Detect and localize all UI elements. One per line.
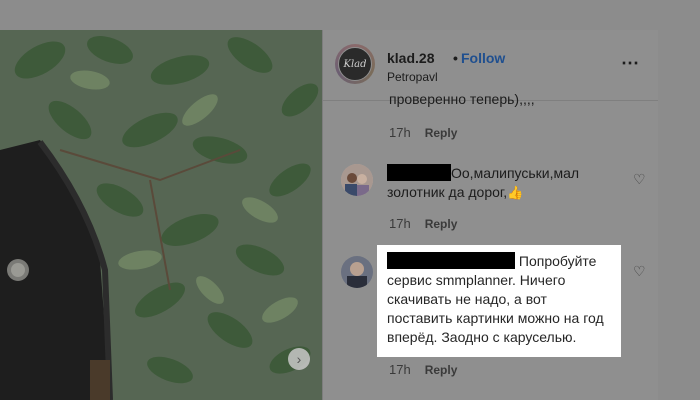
thumbs-up-icon: 👍 — [507, 185, 524, 200]
post-details-panel: Klad klad.28 • Follow Petropavl ⋯ провер… — [322, 30, 658, 400]
commenter-avatar[interactable] — [341, 164, 373, 196]
commenter-avatar[interactable] — [341, 256, 373, 288]
carousel-next-button[interactable]: › — [288, 348, 310, 370]
follow-button[interactable]: Follow — [461, 50, 505, 66]
reply-button[interactable]: Reply — [425, 217, 458, 231]
comment-meta: 17h Reply — [389, 125, 457, 140]
comment-text: проверенно теперь),,,, — [389, 91, 535, 107]
comment-time[interactable]: 17h — [389, 362, 411, 377]
avatar[interactable]: Klad — [335, 44, 375, 84]
redacted-username — [387, 164, 451, 181]
reply-button[interactable]: Reply — [425, 126, 458, 140]
separator-dot: • — [453, 50, 458, 66]
location-link[interactable]: Petropavl — [387, 70, 438, 84]
comment-time[interactable]: 17h — [389, 125, 411, 140]
avatar-image: Klad — [338, 47, 372, 81]
reply-button[interactable]: Reply — [425, 363, 458, 377]
post-photo[interactable]: › — [0, 30, 322, 400]
comment-meta: 17h Reply — [389, 362, 457, 377]
comment-time[interactable]: 17h — [389, 216, 411, 231]
like-heart-icon[interactable]: ♡ — [633, 171, 646, 188]
highlighted-comment: Попробуйте сервис smmplanner. Ничего ска… — [377, 245, 621, 357]
chevron-right-icon: › — [296, 351, 302, 367]
redacted-username — [387, 252, 515, 269]
more-options-icon[interactable]: ⋯ — [621, 54, 640, 72]
comment-meta: 17h Reply — [389, 216, 457, 231]
username-link[interactable]: klad.28 — [387, 50, 434, 66]
comment-body: Оо,малипуськи,мал золотник да дорог,👍 — [387, 164, 607, 202]
comment-body: Попробуйте сервис smmplanner. Ничего ска… — [387, 252, 611, 347]
like-heart-icon[interactable]: ♡ — [633, 263, 646, 280]
avatar-logo-text: Klad — [343, 58, 367, 70]
